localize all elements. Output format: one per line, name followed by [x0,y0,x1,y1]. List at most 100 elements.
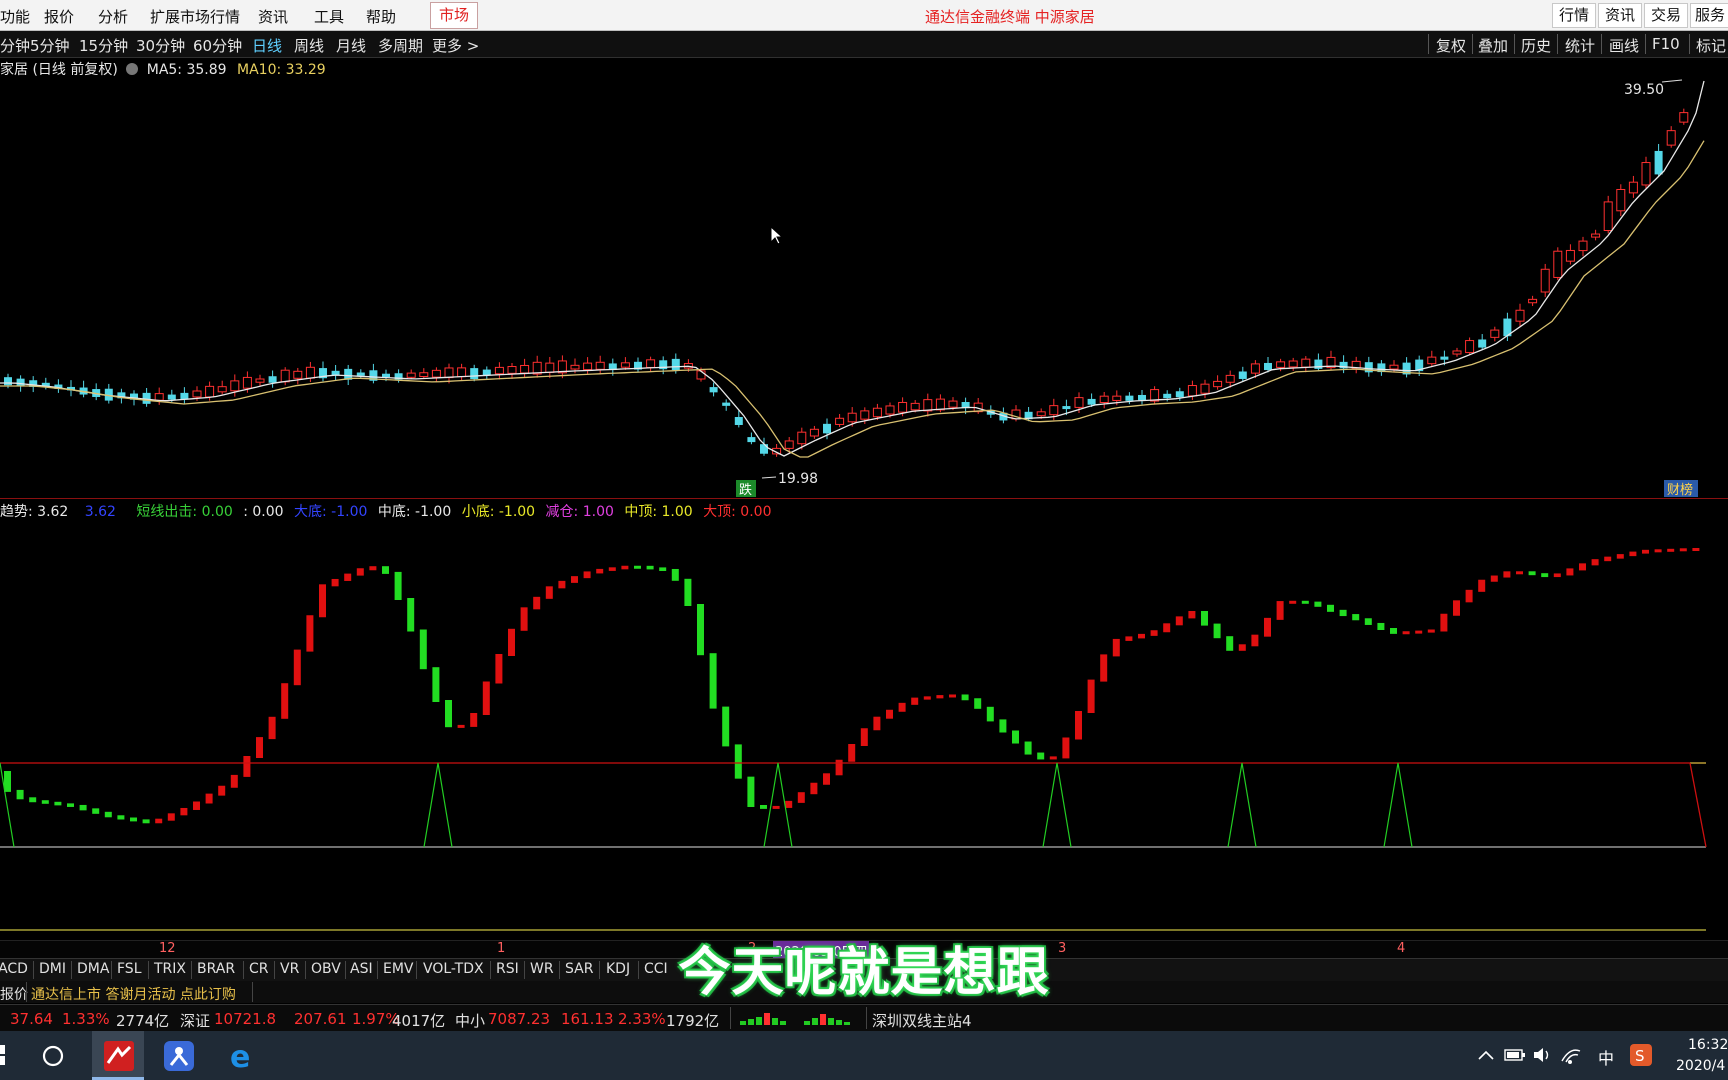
tool-mark[interactable]: 标记 [1696,35,1726,56]
indicator-bar [1138,633,1145,639]
menu-item-extended-market[interactable]: 扩展市场行情 [150,6,240,27]
period-5min[interactable]: 5分钟 [30,35,70,56]
indicator-bar [1402,631,1410,635]
buy-signal-spike [1383,762,1413,848]
candle [809,428,819,437]
mouse-cursor-icon [770,226,784,245]
period-minute[interactable]: 分钟 [0,35,30,56]
tool-history[interactable]: 历史 [1521,35,1551,56]
candle [760,444,768,454]
search-circle-icon[interactable] [41,1044,65,1068]
menu-item-news[interactable]: 资讯 [258,6,288,27]
indicator-bar [92,808,100,814]
tool-statistics[interactable]: 统计 [1565,35,1595,56]
menu-item-analysis[interactable]: 分析 [98,6,128,27]
tool-rights-adjust[interactable]: 复权 [1436,35,1466,56]
period-monthly[interactable]: 月线 [336,35,366,56]
indicator-bar [1692,548,1700,551]
volume-icon[interactable] [1532,1045,1554,1065]
period-60min[interactable]: 60分钟 [193,35,242,56]
clock-time[interactable]: 16:32 [1688,1037,1728,1053]
indicator-bar [41,800,49,804]
service-button[interactable]: 服务 [1690,3,1728,28]
legend-minor-bottom: 小底: -1.00 [461,504,536,520]
indicator-chart[interactable] [0,520,1728,940]
index1-amount: 2774亿 [116,1012,170,1030]
tool-f10[interactable]: F10 [1652,35,1680,53]
indicator-bar [1679,548,1687,552]
candle [482,369,491,376]
window-title: 通达信金融终端 中源家居 [925,8,1095,26]
period-more[interactable]: 更多 > [432,35,479,56]
indicator-bar [1037,752,1045,760]
indicator-bar [646,565,654,570]
windows-start-icon[interactable] [0,1043,12,1067]
candle [797,431,807,445]
menu-item-tools[interactable]: 工具 [314,6,344,27]
indicator-bar [1012,730,1019,744]
battery-icon[interactable] [1504,1047,1526,1063]
period-weekly[interactable]: 周线 [294,35,324,56]
indicator-bar [180,807,188,816]
candle [1490,329,1500,338]
menu-item-quote[interactable]: 报价 [44,6,74,27]
indicator-bar [734,744,742,779]
period-30min[interactable]: 30分钟 [136,35,185,56]
price-chart[interactable]: 39.50 19.98 跌 财榜 [0,58,1728,498]
index1-value: 37.64 [10,1010,53,1028]
period-multi[interactable]: 多周期 [378,35,423,56]
period-15min[interactable]: 15分钟 [79,35,128,56]
indicator-bar [709,653,717,709]
toolbar-divider [1514,34,1515,54]
tdx-app-button[interactable] [92,1031,144,1080]
period-toolbar: 分钟 5分钟 15分钟 30分钟 60分钟 日线 周线 月线 多周期 更多 > … [0,31,1728,58]
sz-name[interactable]: 深证 [180,1010,210,1031]
zx-name[interactable]: 中小 [455,1010,485,1031]
indicator-bar [1364,618,1372,625]
network-icon[interactable] [1560,1045,1582,1065]
indicator-bar [898,702,906,712]
candle [1138,394,1146,401]
period-daily[interactable]: 日线 [252,35,282,56]
candle [1389,364,1399,370]
edge-browser-icon[interactable]: e [228,1041,258,1071]
indicator-bar [1629,551,1637,557]
indicator-bar [369,566,377,571]
indicator-bar [407,598,415,632]
candle [784,440,794,449]
indicator-bar [1175,616,1183,626]
candle [470,368,479,380]
candle [242,376,252,389]
sogou-ime-icon[interactable]: S [1630,1044,1652,1066]
server-station[interactable]: 深圳双线主站4 [872,1010,972,1031]
candle [595,361,605,370]
indicator-bar [319,584,326,618]
tool-overlay[interactable]: 叠加 [1478,35,1508,56]
indicator-bar [608,567,616,571]
indicator-bar [508,628,515,656]
tray-chevron-icon[interactable] [1476,1047,1496,1063]
indicator-bars [4,548,1700,824]
indicator-bar [571,576,578,583]
tool-drawing[interactable]: 画线 [1609,35,1639,56]
candle [507,366,517,374]
quote-button[interactable]: 行情 [1552,3,1596,28]
zx-amount: 1792亿 [666,1012,720,1030]
news-button[interactable]: 资讯 [1598,3,1642,28]
ime-indicator[interactable]: 中 [1598,1045,1614,1069]
high-price-label: 39.50 [1624,82,1664,98]
app2-icon[interactable] [164,1041,194,1071]
trade-button[interactable]: 交易 [1644,3,1688,28]
candle [1679,112,1689,123]
candle [1452,350,1462,355]
candle [217,386,227,393]
sz-amount: 4017亿 [392,1012,446,1030]
candle [1250,363,1260,374]
indicator-bar [684,578,692,606]
indicator-bar [193,801,200,810]
menu-item-function[interactable]: 功能 [0,6,30,27]
market-tab[interactable]: 市场 [430,2,478,29]
report-badge[interactable]: 财榜 [1667,482,1693,498]
menu-item-help[interactable]: 帮助 [366,6,396,27]
clock-date[interactable]: 2020/4 [1676,1058,1725,1074]
